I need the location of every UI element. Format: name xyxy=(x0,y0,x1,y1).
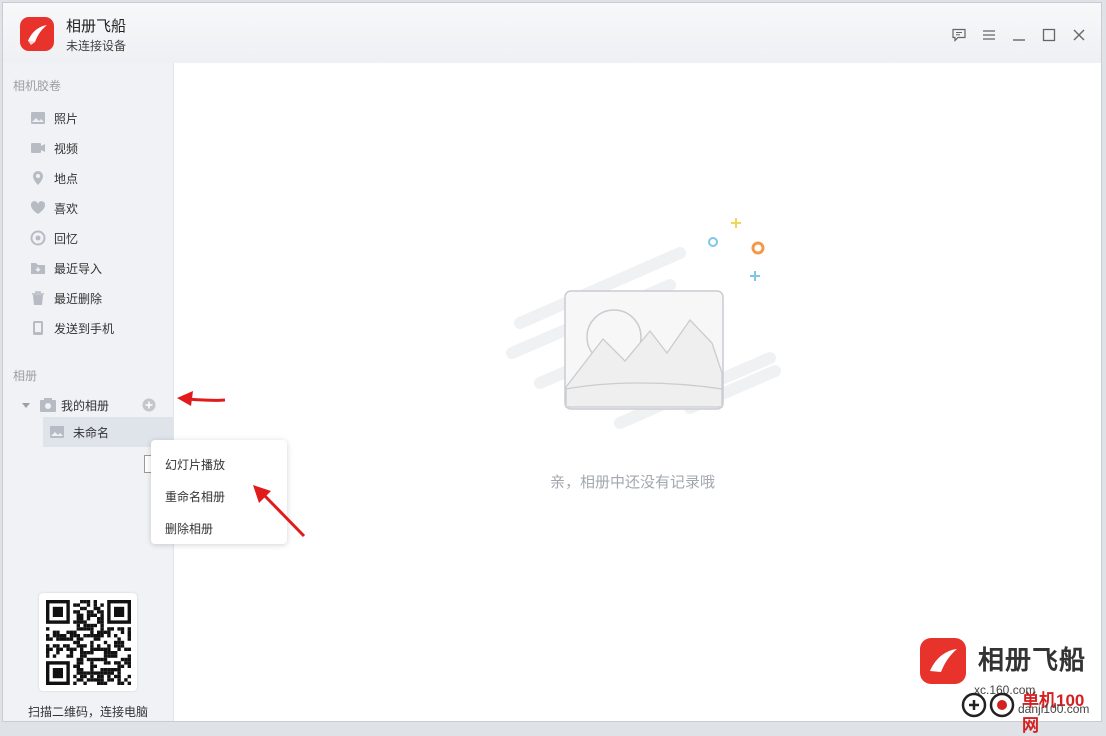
annotation-arrow-diagonal xyxy=(253,485,306,538)
sidebar-item-label: 最近导入 xyxy=(54,261,103,276)
folder-import-icon xyxy=(30,260,46,276)
sidebar-item-label: 回忆 xyxy=(54,231,79,246)
watermark-title: 相册飞船 xyxy=(978,645,1087,675)
sidebar-item-label: 喜欢 xyxy=(54,201,79,216)
sidebar-item-label: 地点 xyxy=(54,171,79,186)
sidebar-item-favorites[interactable]: 喜欢 xyxy=(3,194,173,222)
title-bar: 相册飞船 未连接设备 xyxy=(3,3,1101,64)
collapse-triangle-icon[interactable] xyxy=(21,400,31,410)
camera-roll-heading: 相机胶卷 xyxy=(13,79,62,93)
location-pin-icon xyxy=(30,170,46,186)
albums-heading: 相册 xyxy=(13,369,38,383)
sidebar-item-videos[interactable]: 视频 xyxy=(3,134,173,162)
sidebar: 相机胶卷 照片 视频 地点 喜欢 回忆 最近导入 最近删除 发送到手机 相册 我… xyxy=(3,63,174,721)
annotation-arrow-left xyxy=(177,391,226,406)
menu-icon[interactable] xyxy=(979,25,999,45)
minimize-icon[interactable] xyxy=(1009,25,1029,45)
memory-ring-icon xyxy=(30,230,46,246)
sidebar-item-send-to-phone[interactable]: 发送到手机 xyxy=(3,314,173,342)
video-icon xyxy=(30,140,46,156)
album-stack-icon xyxy=(39,397,57,413)
my-albums-group[interactable]: 我的相册 xyxy=(3,392,173,418)
sidebar-item-places[interactable]: 地点 xyxy=(3,164,173,192)
sidebar-item-label: 照片 xyxy=(54,111,79,126)
connection-status: 未连接设备 xyxy=(66,39,127,53)
menu-item-rename-album[interactable]: 重命名相册 xyxy=(165,488,225,505)
main-content: 亲，相册中还没有记录哦 xyxy=(174,63,1101,721)
app-logo-icon xyxy=(20,17,54,51)
qr-caption: 扫描二维码，连接电脑 xyxy=(27,705,148,719)
add-album-icon[interactable] xyxy=(142,398,156,412)
album-name: 未命名 xyxy=(73,425,110,440)
sidebar-item-memories[interactable]: 回忆 xyxy=(3,224,173,252)
trash-icon xyxy=(30,290,46,306)
menu-item-slideshow[interactable]: 幻灯片播放 xyxy=(165,456,225,473)
heart-icon xyxy=(30,200,46,216)
sidebar-item-recent-imports[interactable]: 最近导入 xyxy=(3,254,173,282)
sidebar-item-label: 发送到手机 xyxy=(54,321,115,336)
sidebar-item-label: 最近删除 xyxy=(54,291,103,306)
menu-item-delete-album[interactable]: 删除相册 xyxy=(165,520,213,537)
close-icon[interactable] xyxy=(1069,25,1089,45)
empty-state-message: 亲，相册中还没有记录哦 xyxy=(550,474,716,491)
phone-icon xyxy=(30,320,46,336)
zoom-badge-icon xyxy=(961,692,1015,718)
sidebar-item-label: 视频 xyxy=(54,141,79,156)
feedback-icon[interactable] xyxy=(949,25,969,45)
watermark-logo-icon xyxy=(920,638,966,684)
empty-state-illustration xyxy=(506,218,781,429)
watermark: 相册飞船 单机100网 xc.160.com danji100.com xyxy=(920,638,1100,735)
image-icon xyxy=(30,110,46,126)
watermark-site-b: danji100.com xyxy=(1018,702,1090,716)
app-window: 相册飞船 未连接设备 相机胶卷 照片 视频 地点 喜欢 回忆 最近导入 最近删除… xyxy=(2,2,1102,722)
maximize-icon[interactable] xyxy=(1039,25,1059,45)
my-albums-label: 我的相册 xyxy=(61,398,110,413)
image-icon xyxy=(49,424,65,440)
app-title: 相册飞船 xyxy=(66,18,127,35)
sidebar-item-photos[interactable]: 照片 xyxy=(3,104,173,132)
qr-code xyxy=(39,593,137,691)
sidebar-item-recently-deleted[interactable]: 最近删除 xyxy=(3,284,173,312)
